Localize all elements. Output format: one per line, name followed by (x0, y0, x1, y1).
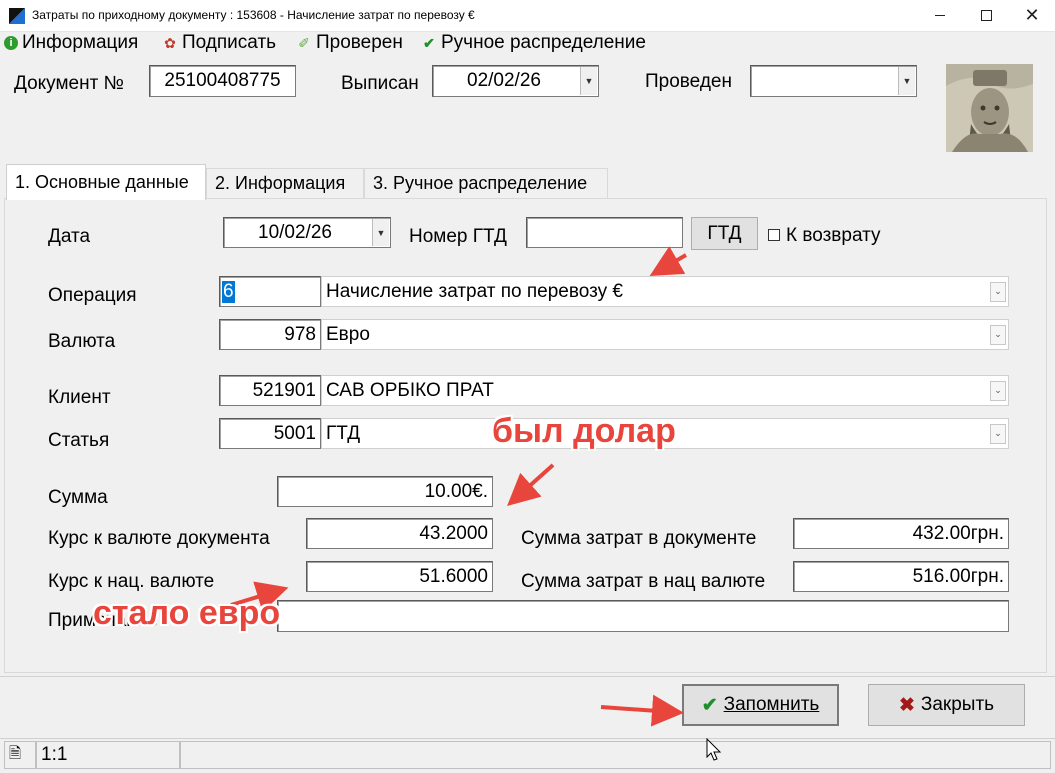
annotation-was: был долар (492, 412, 676, 450)
arrow-to-sum (507, 463, 555, 506)
tab-main-data[interactable]: 1. Основные данные (6, 164, 206, 200)
annotation-became: стало евро (93, 594, 281, 632)
arrow-to-save (600, 694, 684, 727)
arrow-to-operation (649, 246, 687, 276)
annotation-arrows (230, 246, 687, 727)
mouse-cursor-icon (706, 738, 722, 761)
